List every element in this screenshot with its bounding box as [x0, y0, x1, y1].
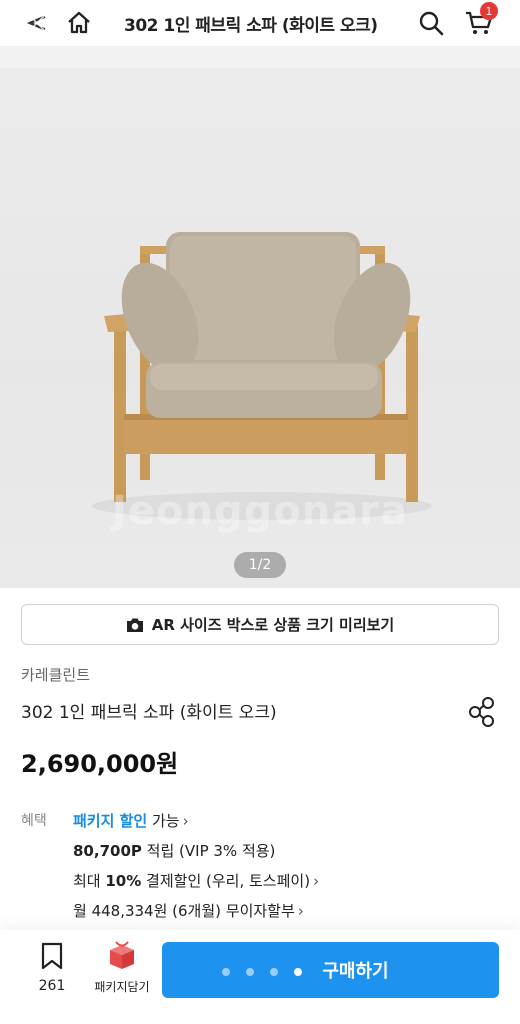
product-name: 302 1인 패브릭 소파 (화이트 오크): [21, 703, 277, 723]
chevron-right-icon: ›: [182, 812, 189, 830]
cart-button[interactable]: 1: [462, 2, 498, 40]
top-header: 302 1인 패브릭 소파 (화이트 오크) 1: [0, 0, 520, 46]
home-button[interactable]: [62, 6, 96, 40]
product-price: 2,690,000원: [21, 750, 179, 778]
bookmark-icon: [41, 942, 63, 970]
ar-preview-label: AR 사이즈 박스로 상품 크기 미리보기: [151, 616, 395, 634]
points-amount: 80,700P: [73, 842, 142, 860]
payment-discount-row[interactable]: 최대 10% 결제할인 (우리, 토스페이) ›: [73, 870, 319, 891]
share-button[interactable]: [468, 696, 498, 728]
payment-discount-prefix: 최대: [73, 872, 106, 890]
package-add-label: 패키지담기: [94, 980, 150, 994]
home-icon: [68, 11, 90, 34]
cart-count-badge: 1: [480, 2, 498, 20]
installment-row[interactable]: 월 448,334원 (6개월) 무이자할부 ›: [73, 900, 304, 921]
points-row: 80,700P 적립 (VIP 3% 적용): [73, 840, 275, 861]
payment-discount-rest: 결제할인 (우리, 토스페이): [141, 872, 311, 890]
points-rest: 적립 (VIP 3% 적용): [141, 842, 276, 860]
package-box-icon: [110, 941, 134, 969]
benefit-label: 혜택: [21, 813, 47, 829]
bookmark-button[interactable]: 261: [22, 942, 82, 994]
page-title: 302 1인 패브릭 소파 (화이트 오크): [124, 16, 378, 36]
product-image-gallery[interactable]: Jeonggonara 1/2: [0, 46, 520, 588]
package-discount-rest: 가능: [147, 812, 180, 830]
buy-label: 구매하기: [322, 961, 389, 982]
share-icon: [469, 697, 494, 727]
dot-active: [294, 968, 302, 976]
loading-dots: [222, 968, 302, 976]
bottom-action-bar: 261 패키지담기 구매하기: [0, 930, 520, 1024]
back-button[interactable]: [20, 6, 54, 40]
package-discount-row[interactable]: 패키지 할인 가능 ›: [73, 810, 189, 831]
dot: [246, 968, 254, 976]
brand-link[interactable]: 카레클린트: [21, 664, 90, 685]
search-button[interactable]: [414, 6, 448, 40]
chevron-right-icon: ›: [297, 902, 304, 920]
payment-discount-rate: 10%: [105, 872, 142, 890]
package-discount-highlight: 패키지 할인: [73, 812, 148, 830]
buy-button[interactable]: 구매하기: [162, 942, 499, 998]
chevron-right-icon: ›: [313, 872, 320, 890]
gallery-pager: 1/2: [234, 552, 286, 578]
ar-preview-button[interactable]: AR 사이즈 박스로 상품 크기 미리보기: [21, 604, 499, 645]
search-icon: [419, 11, 444, 36]
dot: [270, 968, 278, 976]
package-add-button[interactable]: 패키지담기: [88, 940, 156, 995]
image-watermark: Jeonggonara: [112, 488, 408, 534]
back-arrow-icon: [26, 13, 47, 33]
bookmark-count: 261: [38, 978, 66, 994]
camera-icon: [126, 618, 143, 632]
dot: [222, 968, 230, 976]
installment-text: 월 448,334원 (6개월) 무이자할부: [73, 902, 295, 920]
